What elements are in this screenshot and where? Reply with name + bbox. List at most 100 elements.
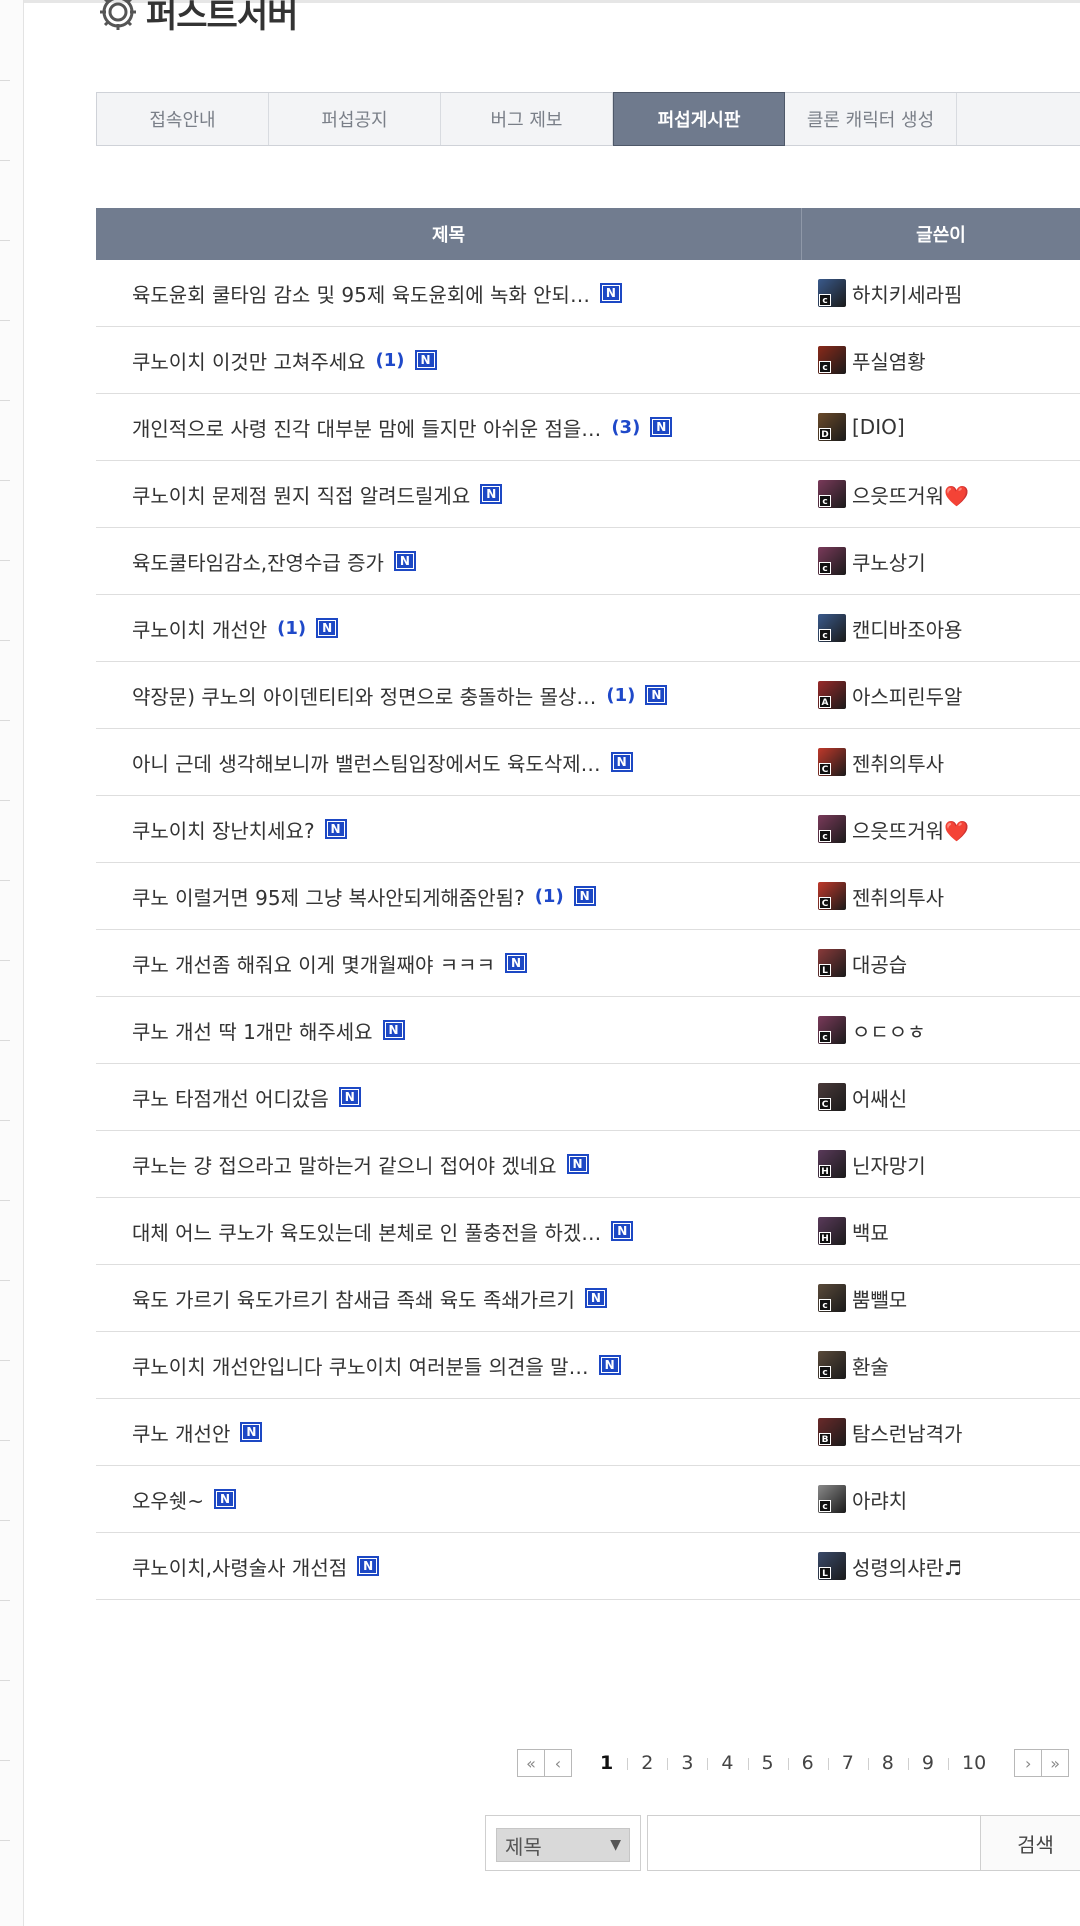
writer-name[interactable]: 탐스런남격가	[852, 1418, 962, 1447]
writer-name[interactable]: 아스피린두알	[852, 681, 962, 710]
comment-count[interactable]: (3)	[611, 417, 640, 438]
tab-notice[interactable]: 퍼섭공지	[269, 93, 441, 145]
post-title-cell[interactable]: 쿠노이치 이것만 고쳐주세요 (1) N	[96, 346, 802, 375]
search-button[interactable]: 검색	[981, 1815, 1080, 1871]
post-title-cell[interactable]: 쿠노 개선좀 해줘요 이게 몇개월째야 ㅋㅋㅋ N	[96, 949, 802, 978]
post-writer-cell[interactable]: c ㅇㄷㅇㅎ	[802, 1016, 1080, 1045]
post-writer-cell[interactable]: c 뿜뺄모	[802, 1284, 1080, 1313]
post-title-link[interactable]: 쿠노이치 문제점 뭔지 직접 알려드릴게요	[132, 480, 470, 509]
page-number-2[interactable]: 2	[627, 1752, 667, 1774]
post-writer-cell[interactable]: c 아랴치	[802, 1485, 1080, 1514]
post-title-link[interactable]: 쿠노 개선좀 해줘요 이게 몇개월째야 ㅋㅋㅋ	[132, 949, 495, 978]
tab-clone-character[interactable]: 클론 캐릭터 생성	[785, 93, 957, 145]
writer-name[interactable]: 으읏뜨거워❤️	[852, 480, 969, 509]
post-writer-cell[interactable]: B 탐스런남격가	[802, 1418, 1080, 1447]
post-title-link[interactable]: 쿠노이치 이것만 고쳐주세요	[132, 346, 366, 375]
post-writer-cell[interactable]: c 으읏뜨거워❤️	[802, 815, 1080, 844]
writer-name[interactable]: 닌자망기	[852, 1150, 926, 1179]
writer-name[interactable]: [DIO]	[852, 415, 905, 439]
writer-name[interactable]: 성령의샤란♬	[852, 1552, 962, 1581]
writer-name[interactable]: ㅇㄷㅇㅎ	[852, 1016, 926, 1045]
post-title-cell[interactable]: 쿠노이치 장난치세요? N	[96, 815, 802, 844]
post-writer-cell[interactable]: A 아스피린두알	[802, 681, 1080, 710]
post-writer-cell[interactable]: C 어쌔신	[802, 1083, 1080, 1112]
post-writer-cell[interactable]: c 하치키세라핌	[802, 279, 1080, 308]
post-writer-cell[interactable]: L 대공습	[802, 949, 1080, 978]
comment-count[interactable]: (1)	[376, 350, 405, 371]
post-title-cell[interactable]: 쿠노는 걍 접으라고 말하는거 같으니 접어야 겠네요 N	[96, 1150, 802, 1179]
post-writer-cell[interactable]: H 백묘	[802, 1217, 1080, 1246]
post-title-link[interactable]: 육도윤회 쿨타임 감소 및 95제 육도윤회에 녹화 안되…	[132, 279, 590, 308]
post-title-link[interactable]: 오우쉣~	[132, 1485, 204, 1514]
tab-connect-guide[interactable]: 접속안내	[97, 93, 269, 145]
post-title-cell[interactable]: 육도 가르기 육도가르기 참새급 족쇄 육도 족쇄가르기 N	[96, 1284, 802, 1313]
post-title-link[interactable]: 쿠노 개선 딱 1개만 해주세요	[132, 1016, 373, 1045]
writer-name[interactable]: 아랴치	[852, 1485, 907, 1514]
post-title-link[interactable]: 개인적으로 사령 진각 대부분 맘에 들지만 아쉬운 점을…	[132, 413, 601, 442]
post-title-link[interactable]: 쿠노 이럴거면 95제 그냥 복사안되게해줌안됨?	[132, 882, 525, 911]
post-writer-cell[interactable]: D [DIO]	[802, 413, 1080, 441]
post-title-cell[interactable]: 약장문) 쿠노의 아이덴티티와 정면으로 충돌하는 몰상… (1) N	[96, 681, 802, 710]
post-title-cell[interactable]: 대체 어느 쿠노가 육도있는데 본체로 인 풀충전을 하겠… N	[96, 1217, 802, 1246]
page-number-9[interactable]: 9	[907, 1752, 948, 1774]
comment-count[interactable]: (1)	[606, 685, 635, 706]
post-title-link[interactable]: 쿠노이치,사령술사 개선점	[132, 1552, 347, 1581]
post-title-cell[interactable]: 개인적으로 사령 진각 대부분 맘에 들지만 아쉬운 점을… (3) N	[96, 413, 802, 442]
writer-name[interactable]: 캔디바조아용	[852, 614, 962, 643]
post-writer-cell[interactable]: C 젠취의투사	[802, 748, 1080, 777]
post-title-link[interactable]: 육도 가르기 육도가르기 참새급 족쇄 육도 족쇄가르기	[132, 1284, 575, 1313]
post-title-cell[interactable]: 아니 근데 생각해보니까 밸런스팀입장에서도 육도삭제… N	[96, 748, 802, 777]
writer-name[interactable]: 젠취의투사	[852, 748, 944, 777]
page-number-5[interactable]: 5	[747, 1752, 788, 1774]
post-title-cell[interactable]: 육도윤회 쿨타임 감소 및 95제 육도윤회에 녹화 안되… N	[96, 279, 802, 308]
post-title-link[interactable]: 약장문) 쿠노의 아이덴티티와 정면으로 충돌하는 몰상…	[132, 681, 596, 710]
post-title-cell[interactable]: 쿠노 개선 딱 1개만 해주세요 N	[96, 1016, 802, 1045]
search-input[interactable]	[647, 1815, 981, 1871]
first-page-button[interactable]: «	[517, 1749, 545, 1777]
search-field-select[interactable]: 제목 ▼	[496, 1828, 630, 1862]
post-writer-cell[interactable]: c 캔디바조아용	[802, 614, 1080, 643]
page-number-8[interactable]: 8	[867, 1752, 908, 1774]
comment-count[interactable]: (1)	[277, 618, 306, 639]
page-number-1[interactable]: 1	[586, 1752, 627, 1774]
post-title-link[interactable]: 쿠노이치 장난치세요?	[132, 815, 315, 844]
writer-name[interactable]: 뿜뺄모	[852, 1284, 907, 1313]
post-title-cell[interactable]: 쿠노이치 문제점 뭔지 직접 알려드릴게요 N	[96, 480, 802, 509]
prev-page-button[interactable]: ‹	[544, 1749, 572, 1777]
post-title-cell[interactable]: 쿠노이치 개선안 (1) N	[96, 614, 802, 643]
post-title-link[interactable]: 쿠노는 걍 접으라고 말하는거 같으니 접어야 겠네요	[132, 1150, 557, 1179]
post-title-cell[interactable]: 오우쉣~ N	[96, 1485, 802, 1514]
post-title-link[interactable]: 쿠노이치 개선안	[132, 614, 267, 643]
post-title-link[interactable]: 대체 어느 쿠노가 육도있는데 본체로 인 풀충전을 하겠…	[132, 1217, 601, 1246]
post-title-cell[interactable]: 쿠노이치,사령술사 개선점 N	[96, 1552, 802, 1581]
writer-name[interactable]: 으읏뜨거워❤️	[852, 815, 969, 844]
writer-name[interactable]: 쿠노상기	[852, 547, 926, 576]
post-writer-cell[interactable]: c 환술	[802, 1351, 1080, 1380]
post-title-cell[interactable]: 쿠노 이럴거면 95제 그냥 복사안되게해줌안됨? (1) N	[96, 882, 802, 911]
post-writer-cell[interactable]: c 으읏뜨거워❤️	[802, 480, 1080, 509]
writer-name[interactable]: 환술	[852, 1351, 889, 1380]
page-number-7[interactable]: 7	[827, 1752, 868, 1774]
next-page-button[interactable]: ›	[1014, 1749, 1043, 1777]
post-title-link[interactable]: 쿠노 개선안	[132, 1418, 230, 1447]
post-writer-cell[interactable]: c 쿠노상기	[802, 547, 1080, 576]
post-writer-cell[interactable]: L 성령의샤란♬	[802, 1552, 1080, 1581]
post-writer-cell[interactable]: H 닌자망기	[802, 1150, 1080, 1179]
post-title-cell[interactable]: 육도쿨타임감소,잔영수급 증가 N	[96, 547, 802, 576]
post-writer-cell[interactable]: c 푸실염황	[802, 346, 1080, 375]
writer-name[interactable]: 젠취의투사	[852, 882, 944, 911]
page-number-6[interactable]: 6	[787, 1752, 828, 1774]
post-title-cell[interactable]: 쿠노 타점개선 어디갔음 N	[96, 1083, 802, 1112]
comment-count[interactable]: (1)	[535, 886, 564, 907]
writer-name[interactable]: 대공습	[852, 949, 907, 978]
page-number-10[interactable]: 10	[947, 1752, 1000, 1774]
last-page-button[interactable]: »	[1041, 1749, 1070, 1777]
writer-name[interactable]: 백묘	[852, 1217, 889, 1246]
tab-board[interactable]: 퍼섭게시판	[613, 92, 785, 146]
page-number-3[interactable]: 3	[667, 1752, 707, 1774]
post-writer-cell[interactable]: C 젠취의투사	[802, 882, 1080, 911]
post-title-link[interactable]: 육도쿨타임감소,잔영수급 증가	[132, 547, 384, 576]
post-title-link[interactable]: 아니 근데 생각해보니까 밸런스팀입장에서도 육도삭제…	[132, 748, 601, 777]
post-title-link[interactable]: 쿠노 타점개선 어디갔음	[132, 1083, 329, 1112]
writer-name[interactable]: 하치키세라핌	[852, 279, 962, 308]
